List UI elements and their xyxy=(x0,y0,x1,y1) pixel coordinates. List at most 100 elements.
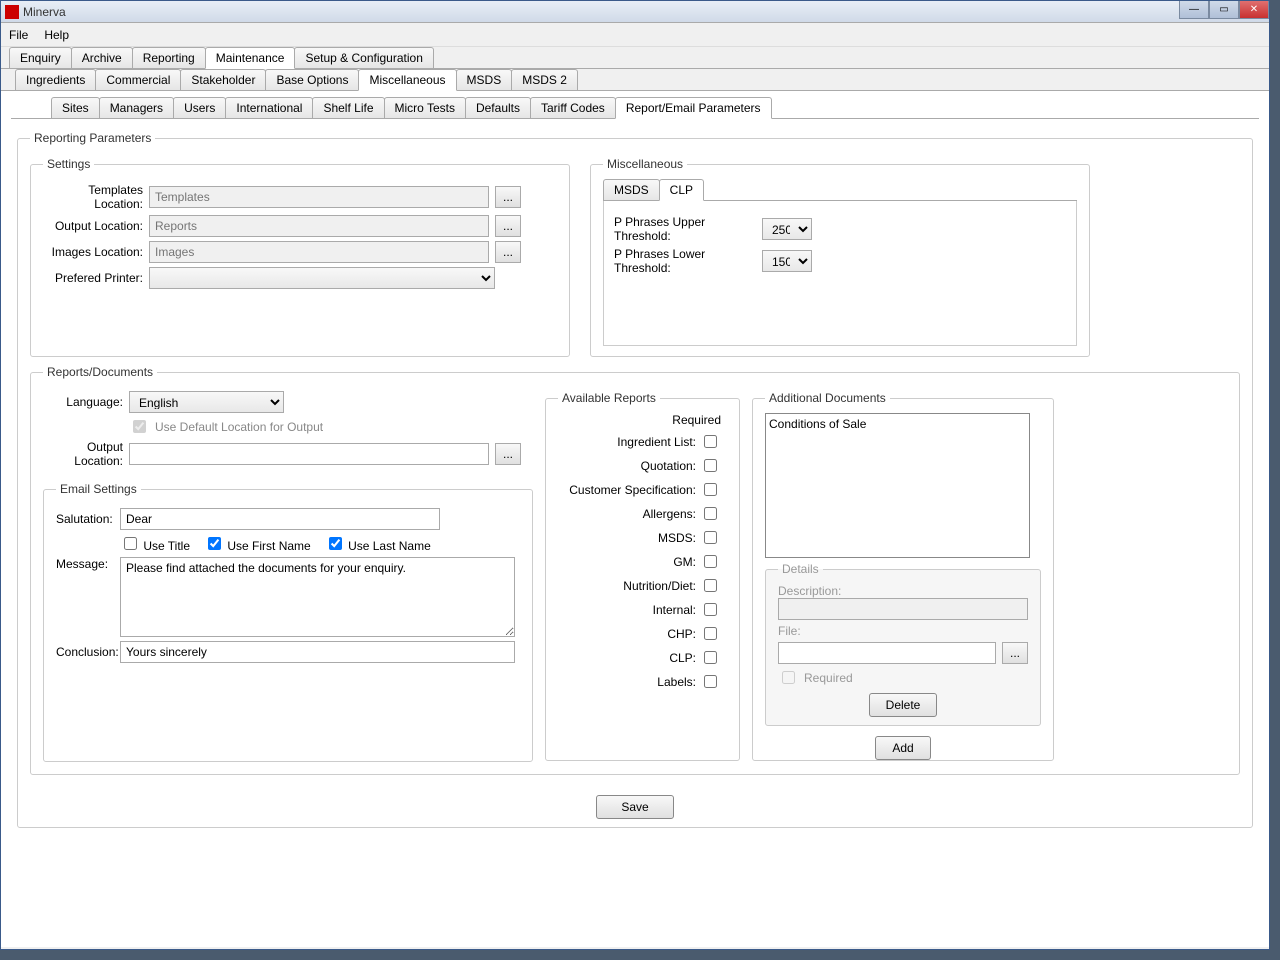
reporting-parameters-legend: Reporting Parameters xyxy=(30,131,155,145)
details-legend: Details xyxy=(778,562,823,576)
available-reports-group: Available Reports Required Ingredient Li… xyxy=(545,391,740,761)
default-location-label: Use Default Location for Output xyxy=(155,420,323,434)
tabs-level3: Sites Managers Users International Shelf… xyxy=(11,97,1259,119)
minimize-button[interactable]: — xyxy=(1179,1,1209,19)
app-window: Minerva — ▭ ✕ File Help Enquiry Archive … xyxy=(0,0,1270,950)
misc-tab-clp[interactable]: CLP xyxy=(659,179,704,201)
report-quotation-checkbox[interactable] xyxy=(704,459,717,472)
language-label: Language: xyxy=(43,395,123,409)
docs-output-browse[interactable]: ... xyxy=(495,443,521,465)
report-msds-checkbox[interactable] xyxy=(704,531,717,544)
list-item[interactable]: Conditions of Sale xyxy=(769,417,1026,431)
reports-documents-legend: Reports/Documents xyxy=(43,365,157,379)
report-labels-checkbox[interactable] xyxy=(704,675,717,688)
save-button[interactable]: Save xyxy=(596,795,673,819)
tab-maintenance[interactable]: Maintenance xyxy=(205,47,296,69)
misc-tab-msds[interactable]: MSDS xyxy=(603,179,660,200)
report-chp-checkbox[interactable] xyxy=(704,627,717,640)
reporting-parameters-group: Reporting Parameters Settings Templates … xyxy=(17,131,1253,828)
settings-legend: Settings xyxy=(43,157,94,171)
images-browse[interactable]: ... xyxy=(495,241,521,263)
tab-sites[interactable]: Sites xyxy=(51,97,100,118)
tab-ingredients[interactable]: Ingredients xyxy=(15,69,96,90)
templates-browse[interactable]: ... xyxy=(495,186,521,208)
menubar: File Help xyxy=(1,23,1269,47)
email-settings-group: Email Settings Salutation: Use Title Use… xyxy=(43,482,533,762)
default-location-checkbox[interactable] xyxy=(133,420,146,433)
images-input[interactable] xyxy=(149,241,489,263)
menu-file[interactable]: File xyxy=(9,28,28,42)
output-label: Output Location: xyxy=(43,219,143,233)
tab-enquiry[interactable]: Enquiry xyxy=(9,47,72,68)
tab-micro-tests[interactable]: Micro Tests xyxy=(384,97,466,118)
report-gm-checkbox[interactable] xyxy=(704,555,717,568)
tab-reporting[interactable]: Reporting xyxy=(132,47,206,68)
titlebar: Minerva — ▭ ✕ xyxy=(1,1,1269,23)
content-area: Reporting Parameters Settings Templates … xyxy=(1,119,1269,947)
report-ingredient-list-checkbox[interactable] xyxy=(704,435,717,448)
add-button[interactable]: Add xyxy=(875,736,930,760)
language-select[interactable]: English xyxy=(129,391,284,413)
tab-defaults[interactable]: Defaults xyxy=(465,97,531,118)
message-textarea[interactable]: Please find attached the documents for y… xyxy=(120,557,515,637)
use-first-name-checkbox[interactable] xyxy=(208,537,221,550)
conclusion-input[interactable] xyxy=(120,641,515,663)
tab-stakeholder[interactable]: Stakeholder xyxy=(180,69,266,90)
lower-threshold-label: P Phrases Lower Threshold: xyxy=(614,247,756,275)
images-label: Images Location: xyxy=(43,245,143,259)
tab-tariff-codes[interactable]: Tariff Codes xyxy=(530,97,616,118)
tab-setup[interactable]: Setup & Configuration xyxy=(294,47,433,68)
tab-archive[interactable]: Archive xyxy=(71,47,133,68)
additional-documents-legend: Additional Documents xyxy=(765,391,890,405)
docs-output-input[interactable] xyxy=(129,443,489,465)
report-nutrition-checkbox[interactable] xyxy=(704,579,717,592)
tab-miscellaneous[interactable]: Miscellaneous xyxy=(358,69,456,91)
tab-base-options[interactable]: Base Options xyxy=(265,69,359,90)
report-allergens-checkbox[interactable] xyxy=(704,507,717,520)
tab-msds[interactable]: MSDS xyxy=(456,69,513,90)
report-clp-checkbox[interactable] xyxy=(704,651,717,664)
output-input[interactable] xyxy=(149,215,489,237)
file-label: File: xyxy=(778,624,1028,638)
details-required-checkbox[interactable] xyxy=(782,671,795,684)
output-browse[interactable]: ... xyxy=(495,215,521,237)
templates-input[interactable] xyxy=(149,186,489,208)
conclusion-label: Conclusion: xyxy=(56,645,114,659)
menu-help[interactable]: Help xyxy=(44,28,69,42)
app-icon xyxy=(5,5,19,19)
message-label: Message: xyxy=(56,557,114,571)
tab-commercial[interactable]: Commercial xyxy=(95,69,181,90)
upper-threshold-select[interactable]: 250 xyxy=(762,218,812,240)
close-button[interactable]: ✕ xyxy=(1239,1,1269,19)
printer-label: Prefered Printer: xyxy=(43,271,143,285)
delete-button[interactable]: Delete xyxy=(869,693,938,717)
use-title-checkbox[interactable] xyxy=(124,537,137,550)
tab-international[interactable]: International xyxy=(225,97,313,118)
docs-output-label: Output Location: xyxy=(43,440,123,468)
file-input[interactable] xyxy=(778,642,996,664)
available-reports-legend: Available Reports xyxy=(558,391,660,405)
use-last-name-checkbox[interactable] xyxy=(329,537,342,550)
file-browse[interactable]: ... xyxy=(1002,642,1028,664)
upper-threshold-label: P Phrases Upper Threshold: xyxy=(614,215,756,243)
maximize-button[interactable]: ▭ xyxy=(1209,1,1239,19)
tab-shelf-life[interactable]: Shelf Life xyxy=(312,97,384,118)
description-input[interactable] xyxy=(778,598,1028,620)
report-customer-spec-checkbox[interactable] xyxy=(704,483,717,496)
tabs-level2: Ingredients Commercial Stakeholder Base … xyxy=(1,69,1269,91)
additional-docs-list[interactable]: Conditions of Sale xyxy=(765,413,1030,558)
miscellaneous-legend: Miscellaneous xyxy=(603,157,687,171)
tab-report-email-params[interactable]: Report/Email Parameters xyxy=(615,97,772,119)
tabs-level1: Enquiry Archive Reporting Maintenance Se… xyxy=(1,47,1269,69)
reports-documents-group: Reports/Documents Language: English Use … xyxy=(30,365,1240,775)
tab-users[interactable]: Users xyxy=(173,97,226,118)
window-title: Minerva xyxy=(23,5,66,19)
lower-threshold-select[interactable]: 150 xyxy=(762,250,812,272)
report-internal-checkbox[interactable] xyxy=(704,603,717,616)
additional-documents-group: Additional Documents Conditions of Sale … xyxy=(752,391,1054,761)
salutation-input[interactable] xyxy=(120,508,440,530)
printer-select[interactable] xyxy=(149,267,495,289)
tab-managers[interactable]: Managers xyxy=(99,97,174,118)
tab-msds2[interactable]: MSDS 2 xyxy=(511,69,578,90)
email-settings-legend: Email Settings xyxy=(56,482,141,496)
